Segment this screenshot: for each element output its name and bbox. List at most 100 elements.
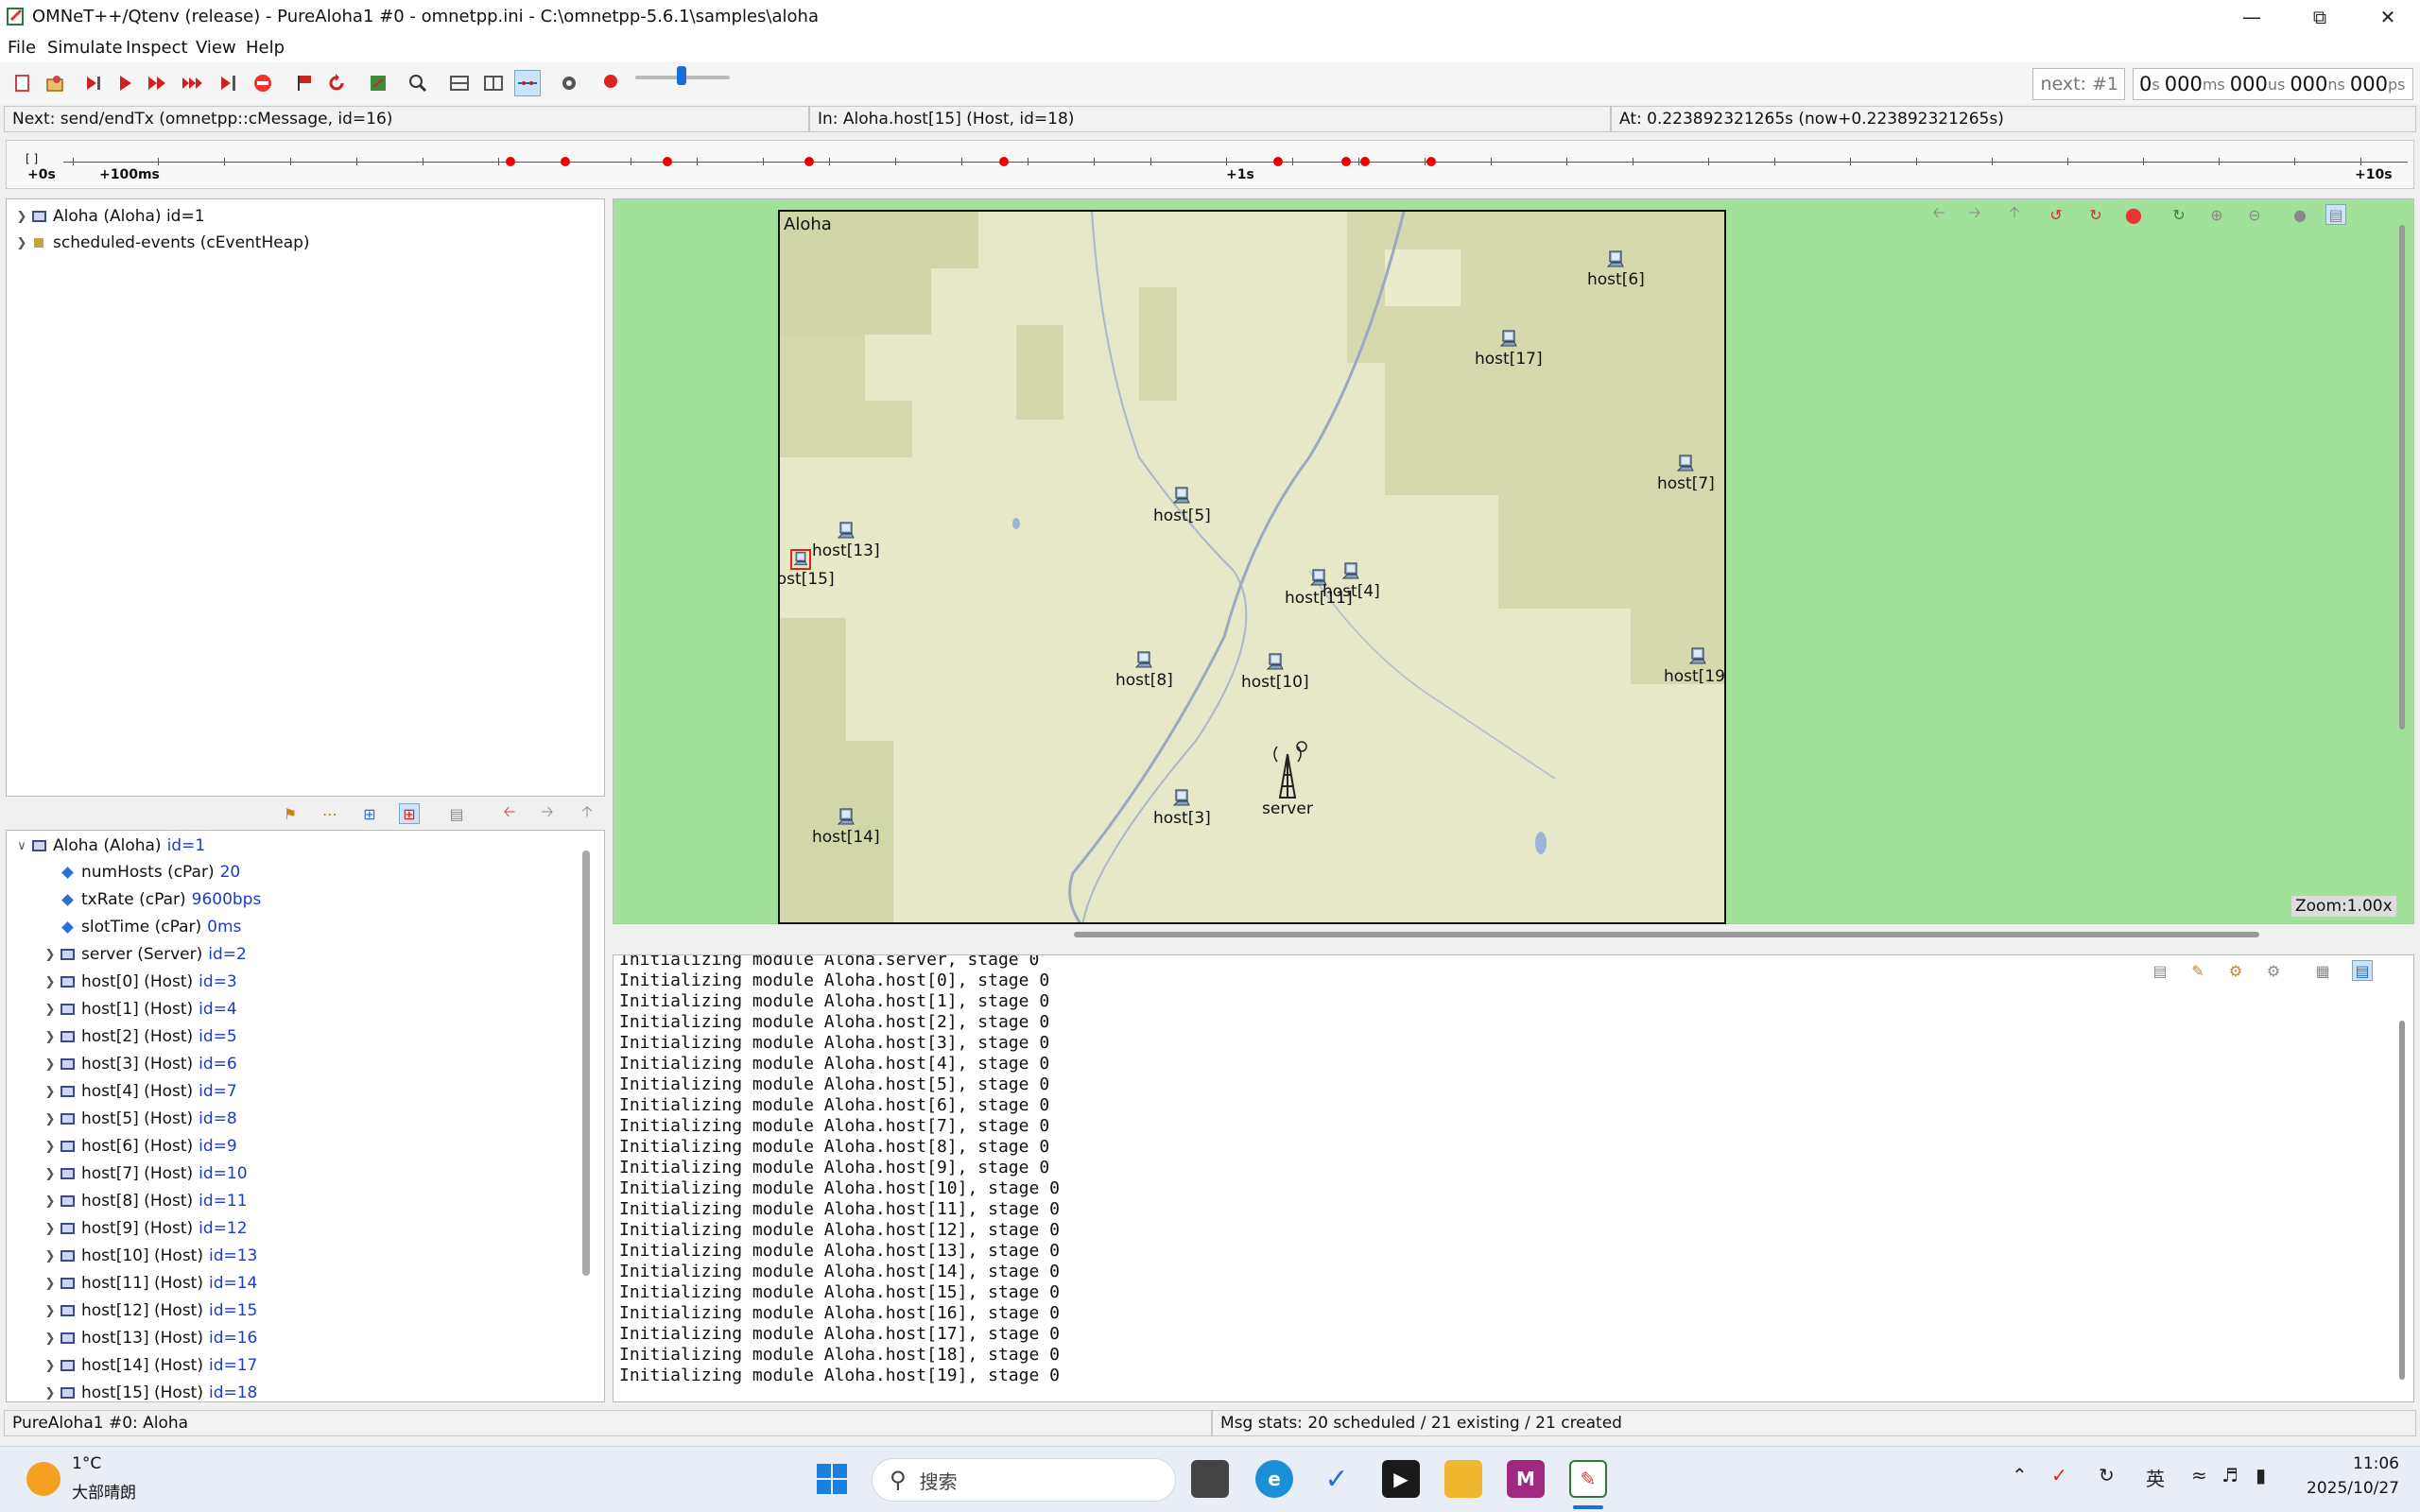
submodule-row[interactable]: ❯ host[11] (Host) id=14 — [41, 1270, 258, 1297]
submodule-row[interactable]: ❯ host[1] (Host) id=4 — [41, 996, 237, 1022]
express-icon[interactable] — [180, 70, 206, 96]
zoom-in-icon[interactable]: ⊕ — [2206, 204, 2227, 225]
find-icon[interactable] — [405, 70, 431, 96]
expand-icon[interactable]: ❯ — [41, 1194, 60, 1209]
message-view-icon[interactable]: ▦ — [2312, 960, 2333, 981]
param-row[interactable]: txRate (cPar) 9600bps — [41, 886, 261, 913]
log-view-icon[interactable]: ▤ — [2352, 960, 2373, 981]
submodule-row[interactable]: ❯ host[3] (Host) id=6 — [41, 1051, 237, 1077]
parent-module-icon[interactable]: ⚑ — [280, 803, 301, 824]
expand-icon[interactable]: ❯ — [41, 1030, 60, 1044]
submodule-row[interactable]: ❯ host[6] (Host) id=9 — [41, 1133, 237, 1160]
timeline-toggle-icon[interactable] — [514, 70, 541, 96]
layout-horizontal-icon[interactable] — [446, 70, 473, 96]
submodule-row[interactable]: ❯ host[9] (Host) id=12 — [41, 1215, 248, 1242]
tree-item-aloha[interactable]: ❯ Aloha (Aloha) id=1 — [12, 203, 205, 230]
speed-slider-handle[interactable] — [677, 66, 686, 85]
submodule-row[interactable]: ❯ host[4] (Host) id=7 — [41, 1078, 237, 1105]
file-explorer-icon[interactable] — [1444, 1460, 1482, 1498]
properties-scrollbar[interactable] — [582, 850, 590, 1276]
host-node[interactable]: host[4] — [1322, 561, 1380, 601]
close-icon[interactable]: ✕ — [2354, 0, 2420, 34]
edge-icon[interactable]: e — [1255, 1460, 1293, 1498]
stop-icon[interactable]: ⬤ — [2123, 204, 2144, 225]
collapse-icon[interactable]: ∨ — [12, 839, 31, 853]
todo-icon[interactable]: ✓ — [1318, 1460, 1356, 1498]
flat-view-icon[interactable]: ⊞ — [359, 803, 380, 824]
terminal-icon[interactable]: ▶ — [1382, 1460, 1420, 1498]
omnetpp-icon[interactable]: ✎ — [1569, 1460, 1607, 1498]
host-node[interactable]: host[14] — [812, 807, 880, 847]
submodule-row[interactable]: ❯ host[5] (Host) id=8 — [41, 1106, 237, 1132]
tree-item-scheduled-events[interactable]: ❯ scheduled-events (cEventHeap) — [12, 230, 310, 256]
matlab-icon[interactable]: M — [1507, 1460, 1545, 1498]
log-panel[interactable]: Initializing module Aloha.server, stage … — [613, 954, 2414, 1402]
prop-root-aloha[interactable]: ∨ Aloha (Aloha) id=1 — [12, 833, 205, 859]
record-video-icon[interactable] — [597, 70, 624, 96]
expand-icon[interactable]: ❯ — [41, 1167, 60, 1181]
menu-simulate[interactable]: Simulate — [47, 38, 123, 58]
ime-indicator[interactable]: 英 — [2146, 1464, 2165, 1491]
submodule-row[interactable]: ❯ server (Server) id=2 — [41, 941, 247, 968]
expand-icon[interactable]: ❯ — [41, 1332, 60, 1346]
start-icon[interactable] — [813, 1460, 851, 1498]
timeline-event-marker[interactable] — [506, 157, 515, 166]
step-icon[interactable] — [79, 70, 106, 96]
up-icon[interactable]: 🡡 — [577, 802, 597, 824]
expand-icon[interactable]: ❯ — [41, 975, 60, 989]
host-node[interactable]: host[19] — [1664, 646, 1724, 686]
up-icon[interactable]: 🡡 — [2004, 203, 2025, 225]
rebuild-icon[interactable] — [323, 70, 350, 96]
layout-vertical-icon[interactable] — [480, 70, 507, 96]
until-icon[interactable] — [216, 70, 242, 96]
step-over-icon[interactable]: ↻ — [2085, 204, 2106, 225]
log-scrollbar[interactable] — [2399, 1021, 2405, 1380]
weather-temp[interactable]: 1°C — [72, 1454, 101, 1473]
inheritance-view-icon[interactable]: ▤ — [446, 803, 467, 824]
expand-icon[interactable]: ❯ — [41, 1003, 60, 1017]
host-node[interactable]: host[3] — [1153, 788, 1211, 828]
submodule-row[interactable]: ❯ host[15] (Host) id=18 — [41, 1380, 258, 1401]
clock-time[interactable]: 11:06 — [2333, 1454, 2399, 1473]
expand-icon[interactable]: ❯ — [41, 1249, 60, 1263]
antivirus-tray-icon[interactable]: ✓ — [2051, 1464, 2067, 1486]
minimize-icon[interactable]: — — [2218, 0, 2286, 34]
forward-icon[interactable]: 🡢 — [1964, 203, 1985, 225]
server-node[interactable]: server — [1262, 741, 1313, 818]
menu-view[interactable]: View — [196, 38, 236, 58]
host-node[interactable]: host[10] — [1241, 652, 1309, 692]
stop-icon[interactable] — [250, 70, 276, 96]
expand-icon[interactable]: ❯ — [41, 1386, 60, 1400]
timeline-event-marker[interactable] — [1341, 157, 1351, 166]
run-icon[interactable] — [112, 70, 138, 96]
object-tree-panel[interactable]: ❯ Aloha (Aloha) id=1 ❯ scheduled-events … — [6, 198, 605, 797]
tray-overflow-icon[interactable]: ⌃ — [2012, 1464, 2028, 1486]
timeline-event-marker[interactable] — [561, 157, 570, 166]
weather-icon[interactable] — [26, 1462, 60, 1496]
expand-icon[interactable]: ❯ — [41, 1304, 60, 1318]
host-node[interactable]: host[5] — [1153, 486, 1211, 525]
sync-tray-icon[interactable]: ↻ — [2099, 1464, 2115, 1486]
timeline-event-marker[interactable] — [804, 157, 814, 166]
fast-icon[interactable] — [144, 70, 170, 96]
param-row[interactable]: slotTime (cPar) 0ms — [41, 914, 241, 940]
expand-icon[interactable]: ❯ — [12, 236, 31, 250]
aloha-network-map[interactable]: Aloha host[6] host[17] host[7] host[5] host[… — [778, 210, 1726, 924]
back-icon[interactable]: 🡠 — [1928, 203, 1949, 225]
timeline-event-marker[interactable] — [999, 157, 1009, 166]
properties-tree-panel[interactable]: ∨ Aloha (Aloha) id=1 numHosts (cPar) 20 tx… — [6, 830, 605, 1402]
hide-icon[interactable]: ● — [2290, 204, 2310, 225]
find-icon[interactable]: ⚙ — [2225, 960, 2246, 981]
group-by-icon[interactable]: ⋯ — [320, 803, 340, 824]
expand-icon[interactable]: ❯ — [41, 1359, 60, 1373]
task-view-icon[interactable] — [1191, 1460, 1229, 1498]
children-view-icon[interactable]: ⊞ — [399, 803, 420, 824]
timeline-event-marker[interactable] — [1360, 157, 1370, 166]
copy-icon[interactable]: ▤ — [2150, 960, 2170, 981]
weather-desc[interactable]: 大部晴朗 — [72, 1479, 136, 1503]
canvas-vertical-scrollbar[interactable] — [2399, 225, 2405, 730]
submodule-row[interactable]: ❯ host[14] (Host) id=17 — [41, 1352, 258, 1379]
submodule-row[interactable]: ❯ host[8] (Host) id=11 — [41, 1188, 248, 1214]
submodule-row[interactable]: ❯ host[7] (Host) id=10 — [41, 1160, 248, 1187]
submodule-row[interactable]: ❯ host[0] (Host) id=3 — [41, 969, 237, 995]
